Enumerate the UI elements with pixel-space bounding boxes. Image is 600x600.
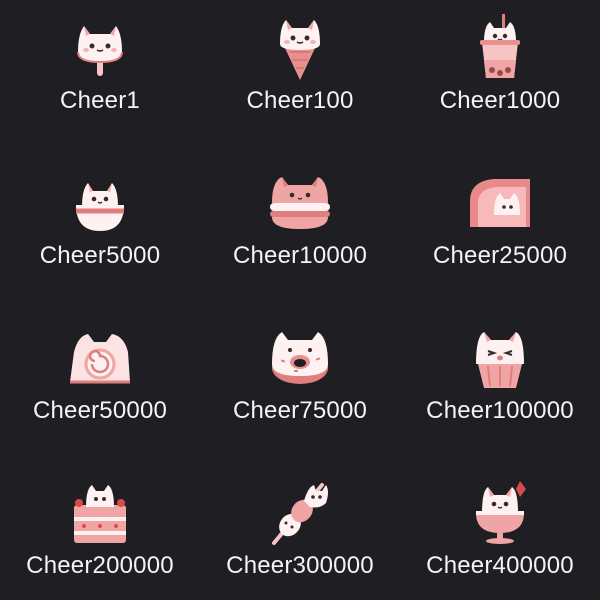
- cat-pudding-cup-icon: [64, 167, 136, 239]
- cheer-label: Cheer25000: [432, 242, 568, 269]
- cat-donut-icon: [264, 322, 336, 394]
- cheer-label: Cheer100: [246, 87, 354, 114]
- cheer-label: Cheer200000: [26, 552, 174, 579]
- cheer-tile-1[interactable]: Cheer1: [0, 0, 200, 150]
- cheer-tile-100000[interactable]: Cheer100000: [400, 310, 600, 460]
- cat-strawberry-cake-icon: [64, 477, 136, 549]
- cheer-tile-1000[interactable]: Cheer1000: [400, 0, 600, 150]
- cat-parfait-sundae-icon: [464, 477, 536, 549]
- cheer-tile-75000[interactable]: Cheer75000: [200, 310, 400, 460]
- cheer-label: Cheer1000: [439, 87, 561, 114]
- cheer-label: Cheer100000: [426, 397, 574, 424]
- cheer-tile-50000[interactable]: Cheer50000: [0, 310, 200, 460]
- cat-macaron-icon: [264, 167, 336, 239]
- cheer-tile-300000[interactable]: Cheer300000: [200, 465, 400, 600]
- cat-popsicle-icon: [64, 12, 136, 84]
- cheer-label: Cheer1: [60, 87, 140, 114]
- mochi-slice-icon: [464, 167, 536, 239]
- cat-dango-skewer-icon: [264, 477, 336, 549]
- cheer-label: Cheer400000: [426, 552, 574, 579]
- cheer-tile-10000[interactable]: Cheer10000: [200, 155, 400, 305]
- cheer-tile-400000[interactable]: Cheer400000: [400, 465, 600, 600]
- cheermote-grid: Cheer1 Cheer100 Cheer1000 Cheer5000 Chee…: [0, 0, 600, 600]
- cheer-label: Cheer50000: [32, 397, 168, 424]
- cheer-label: Cheer300000: [226, 552, 374, 579]
- cheer-tile-100[interactable]: Cheer100: [200, 0, 400, 150]
- cheer-label: Cheer10000: [232, 242, 368, 269]
- cheer-tile-5000[interactable]: Cheer5000: [0, 155, 200, 305]
- cat-swiss-roll-icon: [64, 322, 136, 394]
- cat-boba-tea-icon: [464, 12, 536, 84]
- cat-cupcake-icon: [464, 322, 536, 394]
- cheer-label: Cheer75000: [232, 397, 368, 424]
- cat-ice-cream-cone-icon: [264, 12, 336, 84]
- cheer-tile-200000[interactable]: Cheer200000: [0, 465, 200, 600]
- cheer-tile-25000[interactable]: Cheer25000: [400, 155, 600, 305]
- cheer-label: Cheer5000: [39, 242, 161, 269]
